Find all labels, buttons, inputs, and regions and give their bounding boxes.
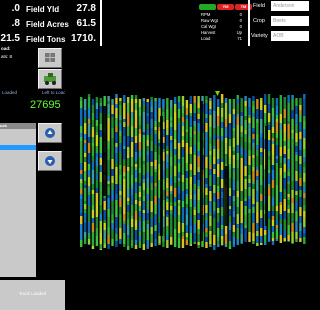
truck-loaded-button[interactable]: Truck Loaded xyxy=(0,280,65,310)
load-label: Load xyxy=(201,36,211,41)
cal-wgt-value: 0 xyxy=(239,24,242,29)
raw-wgt-label: Raw Wgt xyxy=(201,18,218,23)
rpm-value: 0 xyxy=(239,12,242,17)
left-value-3: 21.5 xyxy=(0,33,20,44)
harvest-strips xyxy=(80,94,306,250)
field-yld-label: Field Yld xyxy=(26,5,60,14)
scroll-up-button[interactable] xyxy=(38,123,62,143)
grid-icon xyxy=(45,53,55,62)
grid-button[interactable] xyxy=(38,48,62,68)
marker-triangle-icon xyxy=(215,91,220,96)
status-pill-ym[interactable]: YM xyxy=(217,4,234,10)
left-value-2: .8 xyxy=(11,18,20,29)
field-tons-value: 1710. xyxy=(70,33,96,44)
truck-list[interactable]: uck xyxy=(0,123,36,277)
truck-list-item-selected[interactable] xyxy=(0,145,36,150)
field-acres-value: 61.5 xyxy=(76,18,96,29)
status-pill-1[interactable] xyxy=(199,4,216,10)
variety-label: Variety xyxy=(251,33,268,39)
truck-loaded-label: Truck Loaded xyxy=(18,291,47,296)
left-value-1: .0 xyxy=(11,3,20,14)
status-divider xyxy=(248,0,250,46)
load-info-label: oad: xyxy=(1,46,11,51)
stats-bar: .0 .8 21.5 Field Yld 27.8 Field Acres 61… xyxy=(0,0,310,46)
rpm-label: RPM xyxy=(201,12,211,17)
field-acres-label: Field Acres xyxy=(26,20,69,29)
scroll-down-button[interactable] xyxy=(38,151,62,171)
trucks-count-label: ats: 8 xyxy=(1,54,13,59)
yield-map-canvas[interactable] xyxy=(65,46,310,310)
harvester-button[interactable] xyxy=(38,69,62,89)
left-to-load-label: Left to Load xyxy=(42,90,66,95)
harvest-value: Up xyxy=(236,30,242,35)
up-arrow-icon xyxy=(45,128,55,138)
field-yld-value: 27.8 xyxy=(76,3,96,14)
harvester-icon xyxy=(44,73,56,85)
field-tons-label: Field Tons xyxy=(26,35,66,44)
variety-input[interactable]: AOB xyxy=(271,31,309,41)
crop-input[interactable]: Beets xyxy=(271,16,309,26)
left-panel: oad: ats: 8 Loaded Left to Load 27695 uc… xyxy=(0,46,66,310)
harvest-label: Harvest xyxy=(201,30,216,35)
loaded-label: Loaded xyxy=(2,90,18,95)
left-to-load-value: 27695 xyxy=(30,99,61,111)
crop-label: Crop xyxy=(253,18,265,24)
down-arrow-icon xyxy=(45,156,55,166)
field-input[interactable]: Anderson xyxy=(271,1,309,11)
cal-wgt-label: Cal Wgt xyxy=(201,24,216,29)
yield-map[interactable] xyxy=(65,46,310,310)
truck-list-header: uck xyxy=(0,123,36,129)
raw-wgt-value: 0 xyxy=(239,18,242,23)
load-value: 71 xyxy=(237,36,242,41)
stats-divider xyxy=(100,0,102,46)
field-label: Field xyxy=(253,3,265,9)
